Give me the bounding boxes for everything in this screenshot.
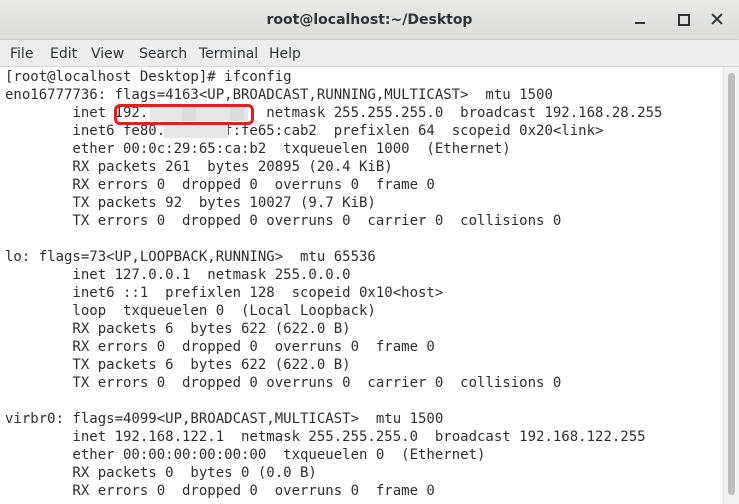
terminal-line: inet 192. netmask 255.255.255.0 broadcas…: [5, 105, 663, 121]
terminal-line: RX packets 261 bytes 20895 (20.4 KiB): [5, 159, 393, 175]
terminal-window: root@localhost:~/Desktop File Edit View …: [0, 0, 739, 504]
menu-edit[interactable]: Edit: [50, 46, 77, 62]
menu-help[interactable]: Help: [269, 46, 301, 62]
menu-file[interactable]: File: [10, 46, 33, 62]
window-title: root@localhost:~/Desktop: [266, 12, 473, 28]
terminal-line: eno16777736: flags=4163<UP,BROADCAST,RUN…: [5, 87, 553, 103]
menu-bar: File Edit View Search Terminal Help: [0, 40, 739, 67]
terminal-line: ether 00:0c:29:65:ca:b2 txqueuelen 1000 …: [5, 141, 511, 157]
terminal-line: RX packets 0 bytes 0 (0.0 B): [5, 465, 317, 481]
terminal-line: RX packets 6 bytes 622 (622.0 B): [5, 321, 351, 337]
menu-terminal[interactable]: Terminal: [199, 46, 258, 62]
scrollbar-thumb[interactable]: [728, 73, 735, 495]
title-bar[interactable]: root@localhost:~/Desktop: [0, 0, 739, 40]
terminal-output[interactable]: [root@localhost Desktop]# ifconfig eno16…: [0, 67, 723, 504]
close-icon[interactable]: [707, 9, 727, 29]
terminal-line: TX packets 92 bytes 10027 (9.7 KiB): [5, 195, 376, 211]
terminal-line: TX errors 0 dropped 0 overruns 0 carrier…: [5, 375, 562, 391]
terminal-line: TX errors 0 dropped 0 overruns 0 carrier…: [5, 213, 562, 229]
terminal-line: RX errors 0 dropped 0 overruns 0 frame 0: [5, 177, 435, 193]
menu-search[interactable]: Search: [139, 46, 187, 62]
maximize-icon[interactable]: [673, 9, 693, 29]
terminal-scrollbar[interactable]: [723, 67, 739, 504]
terminal-line: RX errors 0 dropped 0 overruns 0 frame 0: [5, 339, 435, 355]
terminal-line: loop txqueuelen 0 (Local Loopback): [5, 303, 376, 319]
terminal-line: inet 127.0.0.1 netmask 255.0.0.0: [5, 267, 351, 283]
terminal-line: inet 192.168.122.1 netmask 255.255.255.0…: [5, 429, 646, 445]
terminal-line: inet6 fe80.. 20c. f:fe65:cab2 prefixlen …: [5, 123, 604, 139]
menu-view[interactable]: View: [91, 46, 124, 62]
terminal-line: inet6 ::1 prefixlen 128 scopeid 0x10<hos…: [5, 285, 444, 301]
redacted-region: [164, 123, 228, 138]
terminal-line: [root@localhost Desktop]# ifconfig: [5, 69, 292, 85]
terminal-line: lo: flags=73<UP,LOOPBACK,RUNNING> mtu 65…: [5, 249, 376, 265]
terminal-line: TX packets 6 bytes 622 (622.0 B): [5, 357, 351, 373]
terminal-line: virbr0: flags=4099<UP,BROADCAST,MULTICAS…: [5, 411, 444, 427]
ip-highlight-box: [114, 104, 254, 125]
terminal-line: ether 00:00:00:00:00:00 txqueuelen 0 (Et…: [5, 447, 486, 463]
terminal-line: RX errors 0 dropped 0 overruns 0 frame 0: [5, 483, 435, 499]
minimize-icon[interactable]: [630, 9, 650, 29]
